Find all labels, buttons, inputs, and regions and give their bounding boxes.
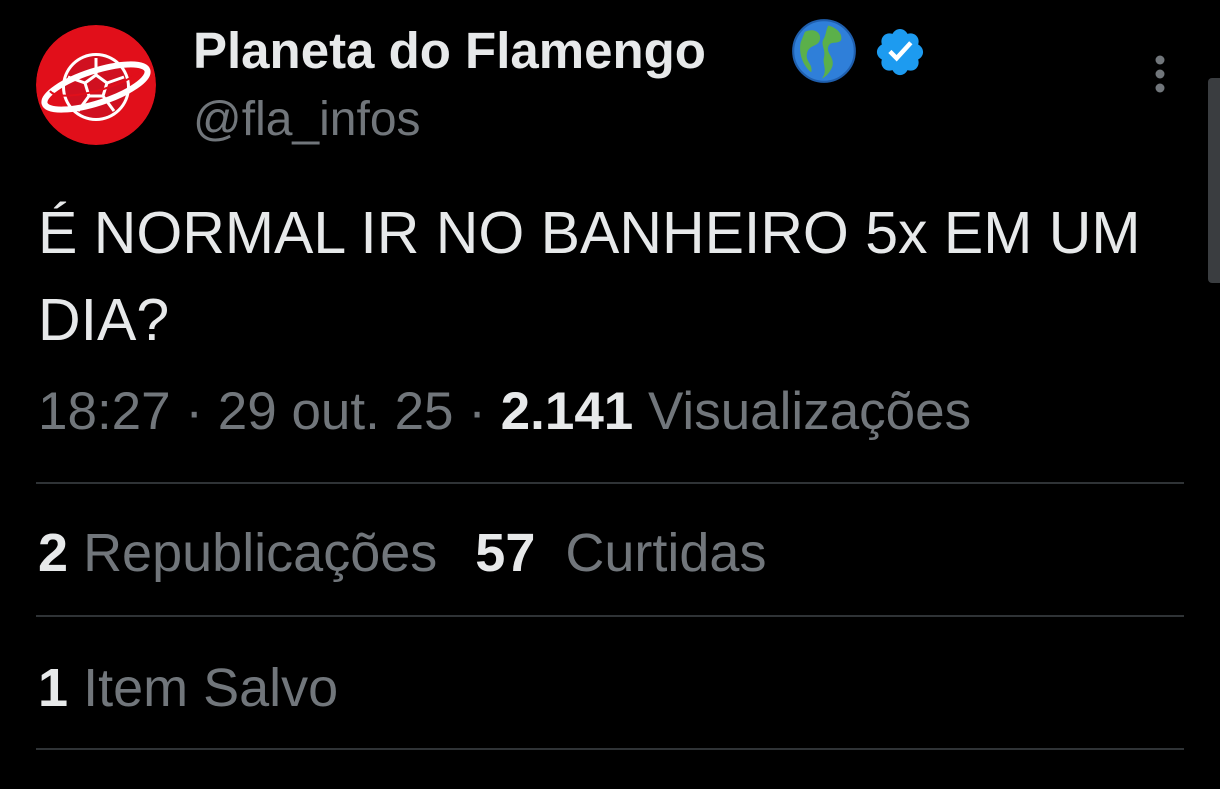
divider bbox=[36, 482, 1184, 484]
tweet-text: É NORMAL IR NO BANHEIRO 5x EM UM DIA? bbox=[38, 200, 1141, 353]
reposts-count: 2 bbox=[38, 523, 69, 583]
reposts-label: Republicações bbox=[83, 523, 438, 583]
divider bbox=[36, 615, 1184, 617]
verified-icon[interactable] bbox=[873, 25, 927, 79]
display-name[interactable]: Planeta do Flamengo bbox=[193, 18, 706, 84]
red-planet-logo bbox=[36, 25, 156, 145]
separator: · bbox=[185, 382, 204, 441]
views-label: Visualizações bbox=[648, 382, 972, 441]
separator: · bbox=[468, 382, 486, 441]
user-handle[interactable]: @fla_infos bbox=[193, 90, 421, 150]
views-count: 2.141 bbox=[500, 382, 634, 441]
tweet-metadata: 18:27 · 29 out. 25 · 2.141 Visualizações bbox=[38, 380, 971, 444]
engagement-stats: 2 Republicações 57 Curtidas bbox=[38, 520, 766, 586]
likes-count: 57 bbox=[475, 523, 536, 583]
likes-link[interactable]: 57 Curtidas bbox=[475, 523, 766, 583]
avatar[interactable] bbox=[36, 25, 156, 145]
likes-label: Curtidas bbox=[565, 523, 767, 583]
scrollbar[interactable] bbox=[1208, 78, 1220, 283]
globe-icon bbox=[792, 19, 856, 83]
more-options-icon[interactable] bbox=[1140, 50, 1180, 98]
saved-count: 1 bbox=[38, 658, 69, 718]
tweet-date[interactable]: 29 out. 25 bbox=[218, 382, 454, 441]
reposts-link[interactable]: 2 Republicações bbox=[38, 523, 437, 583]
tweet-time[interactable]: 18:27 bbox=[38, 382, 171, 441]
saved-items[interactable]: 1 Item Salvo bbox=[38, 655, 338, 721]
divider bbox=[36, 748, 1184, 750]
saved-label: Item Salvo bbox=[83, 658, 339, 718]
